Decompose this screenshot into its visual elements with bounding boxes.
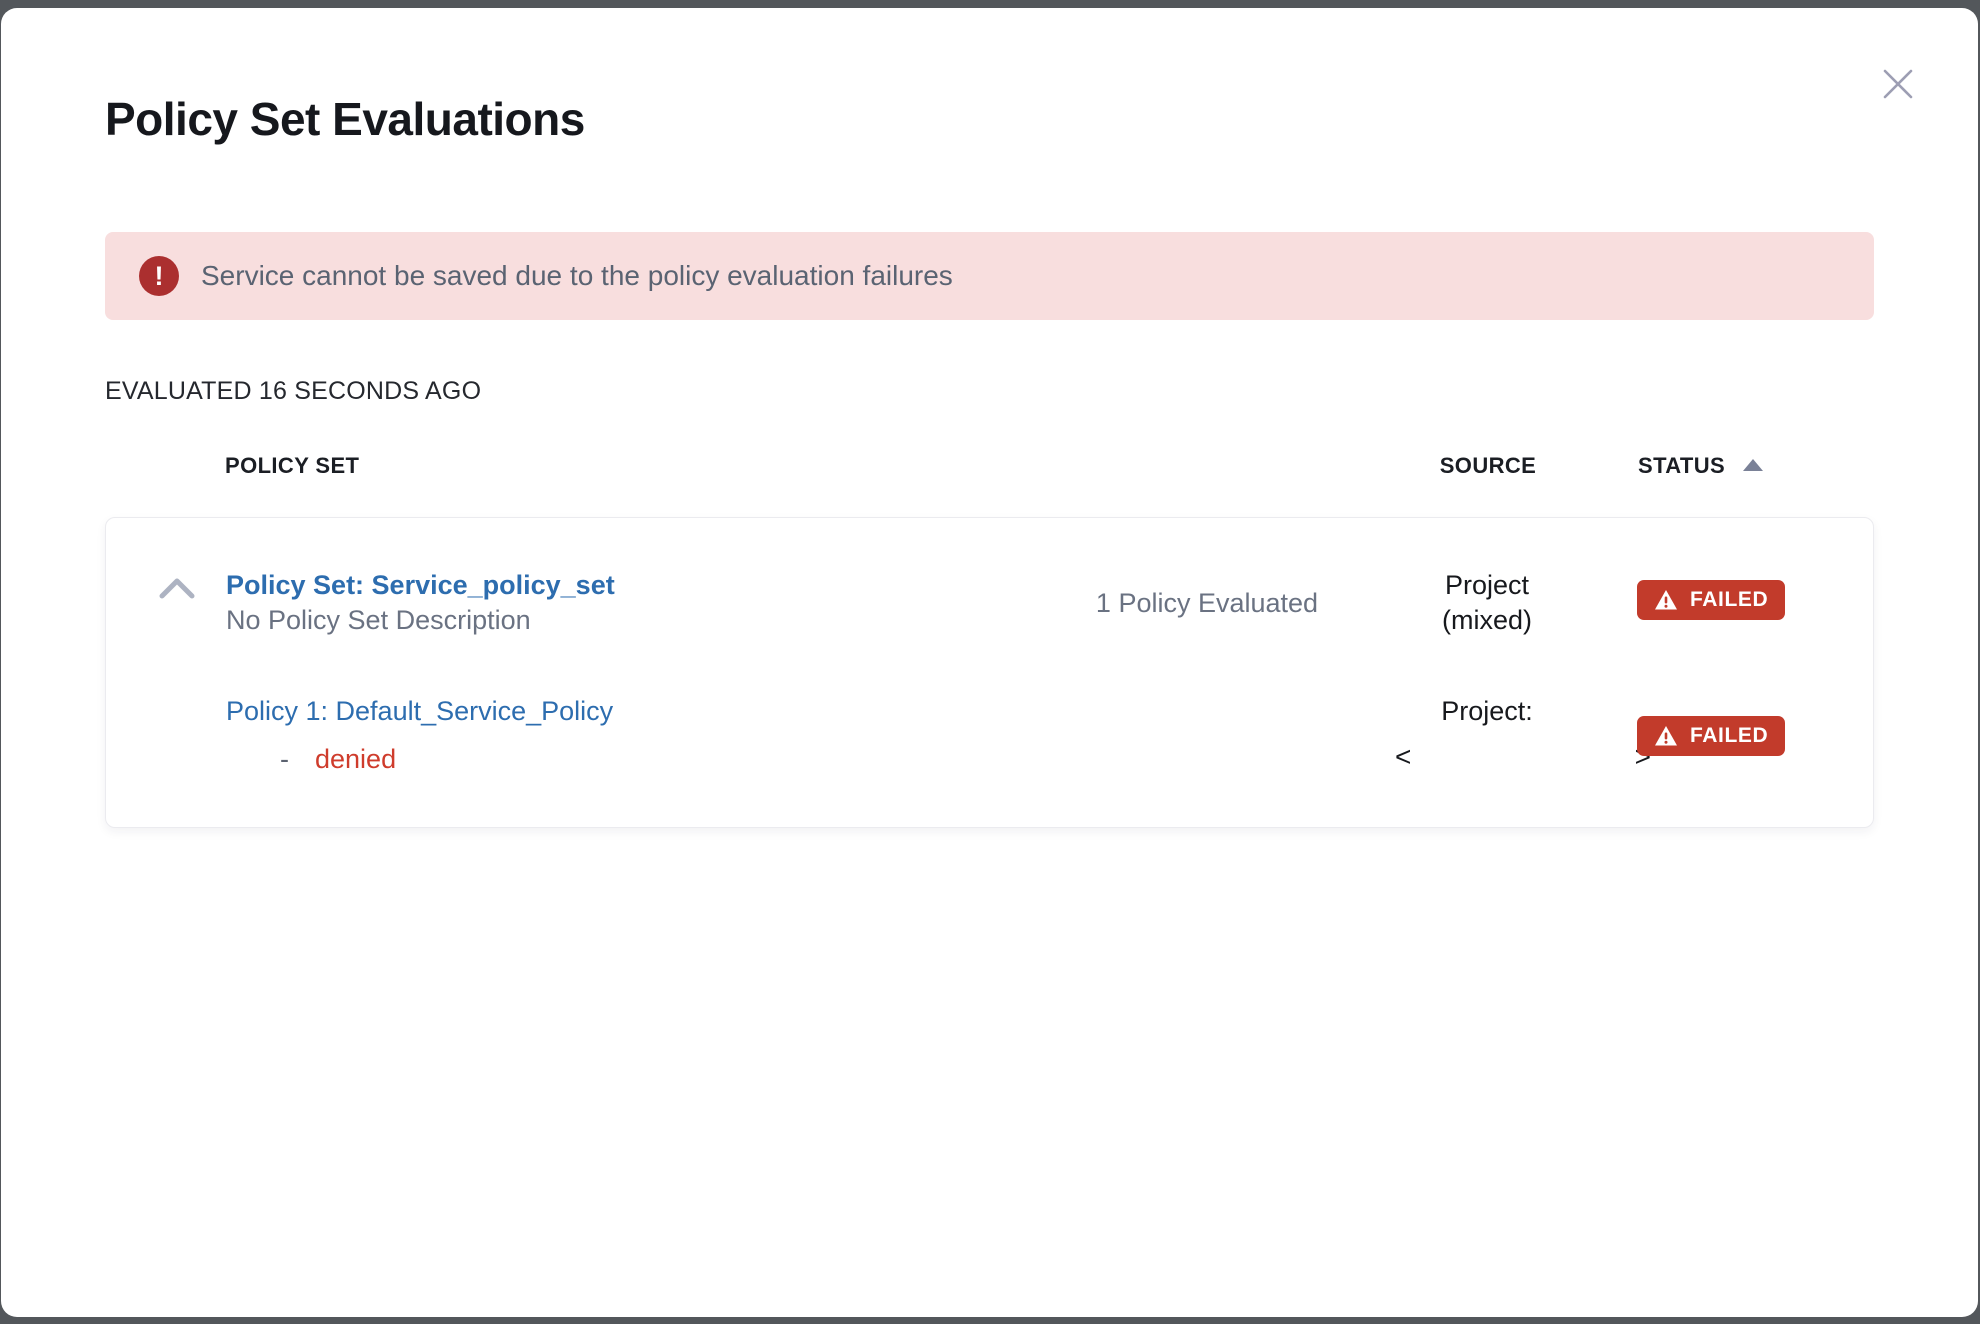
warning-triangle-icon [1654, 725, 1678, 747]
result-dash: - [280, 744, 289, 775]
policy-set-card: Policy Set: Service_policy_set No Policy… [105, 517, 1874, 828]
policy-link[interactable]: Policy 1: Default_Service_Policy [226, 694, 613, 728]
policy-name-cell: Policy 1: Default_Service_Policy - denie… [226, 694, 1047, 775]
policies-evaluated-count: 1 Policy Evaluated [1047, 588, 1367, 619]
column-header-status[interactable]: STATUS [1608, 453, 1874, 479]
status-badge: FAILED [1637, 716, 1785, 756]
status-badge: FAILED [1637, 580, 1785, 620]
collapse-row-button[interactable] [158, 576, 196, 603]
column-header-status-label: STATUS [1638, 453, 1725, 479]
error-banner-text: Service cannot be saved due to the polic… [201, 260, 953, 292]
evaluated-timestamp: EVALUATED 16 SECONDS AGO [105, 377, 1874, 406]
column-header-source: SOURCE [1368, 453, 1608, 479]
column-header-policy-set: POLICY SET [225, 453, 1048, 479]
source-line1: Project [1367, 568, 1607, 603]
status-cell: FAILED [1607, 568, 1873, 620]
policy-set-link[interactable]: Policy Set: Service_policy_set [226, 568, 615, 602]
close-button[interactable] [1878, 64, 1918, 104]
table-header-row: POLICY SET SOURCE STATUS [105, 453, 1874, 479]
status-badge-label: FAILED [1690, 588, 1768, 612]
policy-set-evaluations-modal: Policy Set Evaluations ! Service cannot … [1, 8, 1978, 1317]
source-cell: Project (mixed) [1367, 568, 1607, 638]
source-label: Project: [1367, 694, 1607, 729]
error-icon: ! [139, 256, 179, 296]
policy-result-denied: denied [315, 744, 396, 775]
table-row: Policy 1: Default_Service_Policy - denie… [106, 694, 1873, 775]
source-line2: (mixed) [1367, 603, 1607, 638]
policy-set-name-cell: Policy Set: Service_policy_set No Policy… [226, 568, 1047, 638]
policy-result-line: - denied [226, 744, 1047, 775]
close-icon [1880, 66, 1916, 102]
page-title: Policy Set Evaluations [105, 92, 1874, 147]
angle-bracket-open: < [1395, 739, 1411, 774]
sort-ascending-icon [1743, 459, 1763, 471]
error-banner: ! Service cannot be saved due to the pol… [105, 232, 1874, 320]
policy-set-description: No Policy Set Description [226, 602, 1047, 638]
warning-triangle-icon [1654, 589, 1678, 611]
source-cell: Project: < > [1367, 694, 1607, 774]
table-row: Policy Set: Service_policy_set No Policy… [106, 568, 1873, 638]
chevron-up-icon [158, 576, 196, 600]
status-cell: FAILED [1607, 694, 1873, 756]
status-badge-label: FAILED [1690, 724, 1768, 748]
